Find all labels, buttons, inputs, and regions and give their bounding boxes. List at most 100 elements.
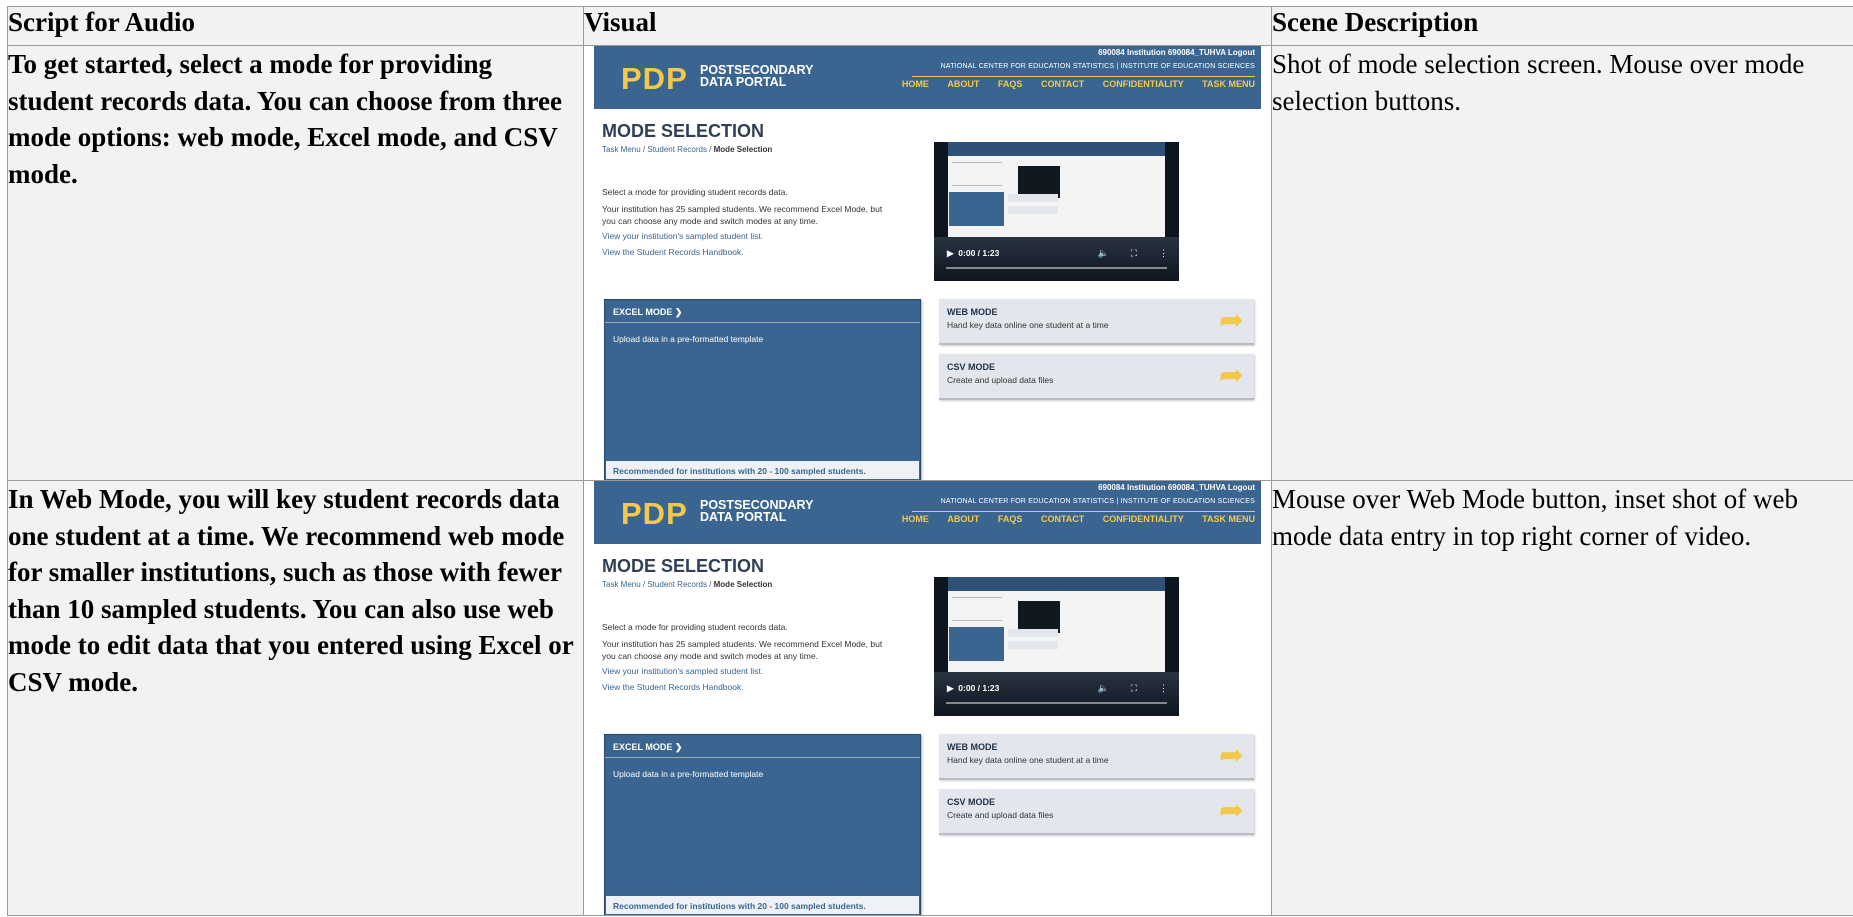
excel-mode-desc: Upload data in a pre-formatted template [613, 769, 764, 779]
sampled-list-link[interactable]: View your institution's sampled student … [602, 666, 892, 678]
row1-script: To get started, select a mode for provid… [7, 45, 584, 481]
nav-faqs[interactable]: FAQS [998, 514, 1023, 524]
nav-about[interactable]: ABOUT [947, 514, 979, 524]
video-time: ▶ 0:00 / 1:23 [947, 683, 1000, 693]
account-info[interactable]: 690084 Institution 690084_TUHVA Logout [1098, 48, 1255, 57]
video-icons: 🔈 ⛶ ⋮ [1075, 683, 1168, 694]
video-progress[interactable] [946, 267, 1167, 269]
volume-icon[interactable]: 🔈 [1097, 683, 1108, 693]
more-options-icon[interactable]: ⋮ [1159, 248, 1168, 258]
arrow-icon: ➦ [1218, 304, 1244, 337]
nav-contact[interactable]: CONTACT [1041, 514, 1084, 524]
portal-logo-text: POSTSECONDARY DATA PORTAL [700, 63, 814, 89]
play-icon[interactable]: ▶ [947, 683, 954, 693]
row2-scene: Mouse over Web Mode button, inset shot o… [1271, 480, 1853, 916]
volume-icon[interactable]: 🔈 [1097, 248, 1108, 258]
video-icons: 🔈 ⛶ ⋮ [1075, 248, 1168, 259]
video-controls [934, 672, 1179, 716]
arrow-icon: ➦ [1218, 359, 1244, 392]
header-visual: Visual [583, 6, 1272, 46]
sampled-list-link[interactable]: View your institution's sampled student … [602, 231, 892, 243]
header-scene: Scene Description [1271, 6, 1853, 46]
recommend-text: Your institution has 25 sampled students… [602, 639, 883, 661]
nav-home[interactable]: HOME [902, 79, 929, 89]
excel-mode-footer: Recommended for institutions with 20 - 1… [606, 896, 919, 914]
header-script: Script for Audio [7, 6, 584, 46]
csv-mode-button[interactable]: CSV MODE Create and upload data files ➦ [939, 789, 1254, 835]
arrow-icon: ➦ [1218, 794, 1244, 827]
crumb-student-records[interactable]: Student Records [647, 145, 707, 154]
breadcrumb: Task Menu / Student Records / Mode Selec… [602, 580, 773, 589]
agency-line: NATIONAL CENTER FOR EDUCATION STATISTICS… [940, 63, 1255, 70]
excel-mode-desc: Upload data in a pre-formatted template [613, 334, 764, 344]
intro-text: Select a mode for providing student reco… [602, 187, 788, 197]
video-frame [948, 577, 1165, 687]
page-title: MODE SELECTION [602, 121, 765, 141]
crumb-current: Mode Selection [713, 580, 773, 589]
web-mode-button[interactable]: WEB MODE Hand key data online one studen… [939, 299, 1254, 345]
recommend-text: Your institution has 25 sampled students… [602, 204, 883, 226]
video-controls [934, 237, 1179, 281]
excel-mode-card[interactable]: EXCEL MODE ❯ Upload data in a pre-format… [604, 299, 921, 480]
row2-script: In Web Mode, you will key student record… [7, 480, 584, 916]
excel-mode-title: EXCEL MODE ❯ [613, 307, 683, 317]
nav-task-menu[interactable]: TASK MENU [1202, 79, 1255, 89]
excel-mode-card[interactable]: EXCEL MODE ❯ Upload data in a pre-format… [604, 734, 921, 915]
csv-mode-desc: Create and upload data files [947, 810, 1054, 820]
portal-screenshot: PDP POSTSECONDARY DATA PORTAL 690084 Inst… [594, 46, 1261, 480]
breadcrumb: Task Menu / Student Records / Mode Selec… [602, 145, 773, 154]
excel-mode-title: EXCEL MODE ❯ [613, 742, 683, 752]
handbook-link[interactable]: View the Student Records Handbook. [602, 247, 892, 259]
intro-text: Select a mode for providing student reco… [602, 622, 788, 632]
row1-visual: PDP POSTSECONDARY DATA PORTAL 690084 Inst… [583, 45, 1272, 481]
tutorial-video[interactable]: ▶ 0:00 / 1:23 🔈 ⛶ ⋮ [934, 577, 1179, 716]
pdp-logo[interactable]: PDP [621, 496, 688, 532]
video-time: ▶ 0:00 / 1:23 [947, 248, 1000, 258]
video-progress[interactable] [946, 702, 1167, 704]
main-nav: HOME ABOUT FAQS CONTACT CONFIDENTIALITY … [886, 79, 1255, 89]
agency-line: NATIONAL CENTER FOR EDUCATION STATISTICS… [940, 498, 1255, 505]
web-mode-button[interactable]: WEB MODE Hand key data online one studen… [939, 734, 1254, 780]
play-icon[interactable]: ▶ [947, 248, 954, 258]
portal-header: PDP POSTSECONDARY DATA PORTAL 690084 Inst… [594, 481, 1261, 544]
main-nav: HOME ABOUT FAQS CONTACT CONFIDENTIALITY … [886, 514, 1255, 524]
row1-scene: Shot of mode selection screen. Mouse ove… [1271, 45, 1853, 481]
pdp-logo[interactable]: PDP [621, 61, 688, 97]
nav-about[interactable]: ABOUT [947, 79, 979, 89]
crumb-student-records[interactable]: Student Records [647, 580, 707, 589]
nav-home[interactable]: HOME [902, 514, 929, 524]
portal-screenshot: PDP POSTSECONDARY DATA PORTAL 690084 Inst… [594, 481, 1261, 915]
page-title: MODE SELECTION [602, 556, 765, 576]
handbook-link[interactable]: View the Student Records Handbook. [602, 682, 892, 694]
csv-mode-desc: Create and upload data files [947, 375, 1054, 385]
crumb-current: Mode Selection [713, 145, 773, 154]
web-mode-title: WEB MODE [947, 307, 998, 317]
nav-confidentiality[interactable]: CONFIDENTIALITY [1103, 79, 1184, 89]
portal-logo-text: POSTSECONDARY DATA PORTAL [700, 498, 814, 524]
csv-mode-button[interactable]: CSV MODE Create and upload data files ➦ [939, 354, 1254, 400]
tutorial-video[interactable]: ▶ 0:00 / 1:23 🔈 ⛶ ⋮ [934, 142, 1179, 281]
nav-divider [912, 76, 1255, 77]
video-frame [948, 142, 1165, 252]
nav-contact[interactable]: CONTACT [1041, 79, 1084, 89]
more-options-icon[interactable]: ⋮ [1159, 683, 1168, 693]
nav-faqs[interactable]: FAQS [998, 79, 1023, 89]
web-mode-title: WEB MODE [947, 742, 998, 752]
csv-mode-title: CSV MODE [947, 797, 996, 807]
fullscreen-icon[interactable]: ⛶ [1131, 683, 1137, 693]
account-info[interactable]: 690084 Institution 690084_TUHVA Logout [1098, 483, 1255, 492]
row2-visual: PDP POSTSECONDARY DATA PORTAL 690084 Inst… [583, 480, 1272, 916]
web-mode-desc: Hand key data online one student at a ti… [947, 755, 1109, 765]
csv-mode-title: CSV MODE [947, 362, 996, 372]
crumb-task-menu[interactable]: Task Menu [602, 580, 641, 589]
storyboard-table: Script for Audio Visual Scene Descriptio… [7, 6, 1853, 916]
nav-task-menu[interactable]: TASK MENU [1202, 514, 1255, 524]
nav-divider [912, 511, 1255, 512]
excel-mode-footer: Recommended for institutions with 20 - 1… [606, 461, 919, 479]
crumb-task-menu[interactable]: Task Menu [602, 145, 641, 154]
portal-header: PDP POSTSECONDARY DATA PORTAL 690084 Inst… [594, 46, 1261, 109]
nav-confidentiality[interactable]: CONFIDENTIALITY [1103, 514, 1184, 524]
fullscreen-icon[interactable]: ⛶ [1131, 248, 1137, 258]
arrow-icon: ➦ [1218, 739, 1244, 772]
web-mode-desc: Hand key data online one student at a ti… [947, 320, 1109, 330]
